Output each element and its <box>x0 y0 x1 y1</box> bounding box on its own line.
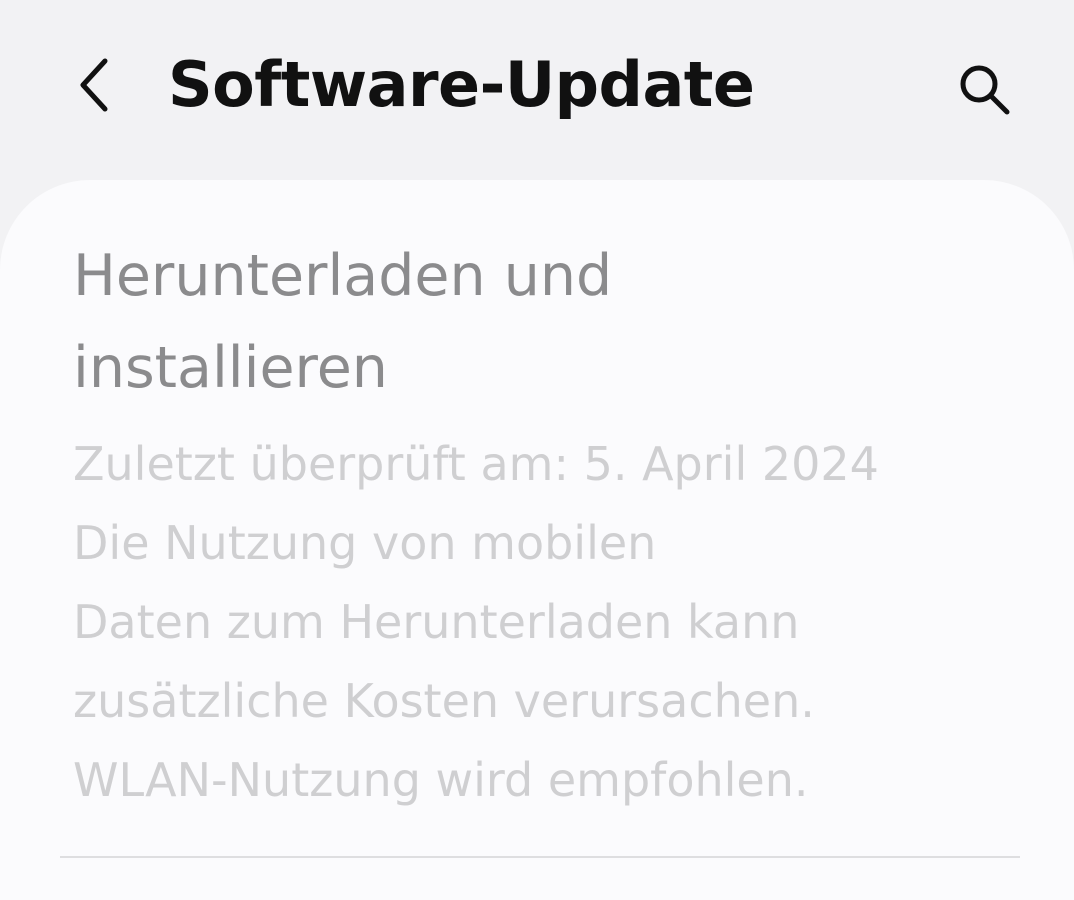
app-bar: Software-Update <box>0 0 1074 180</box>
divider <box>60 856 1020 858</box>
description-line: zusätzliche Kosten verursachen. <box>73 674 815 728</box>
back-button[interactable] <box>60 45 130 125</box>
download-install-title[interactable]: Herunterladen und installieren <box>73 230 973 414</box>
download-install-subtitle: Zuletzt überprüft am: 5. April 2024 Die … <box>73 425 1033 820</box>
last-checked-text: Zuletzt überprüft am: 5. April 2024 <box>73 437 879 491</box>
description-line: Die Nutzung von mobilen <box>73 516 657 570</box>
description-line: WLAN-Nutzung wird empfohlen. <box>73 753 809 807</box>
description-line: Daten zum Herunterladen kann <box>73 595 800 649</box>
chevron-left-icon <box>80 58 108 112</box>
page-title: Software-Update <box>168 48 755 121</box>
search-icon <box>960 65 1010 115</box>
search-button[interactable] <box>945 50 1025 130</box>
